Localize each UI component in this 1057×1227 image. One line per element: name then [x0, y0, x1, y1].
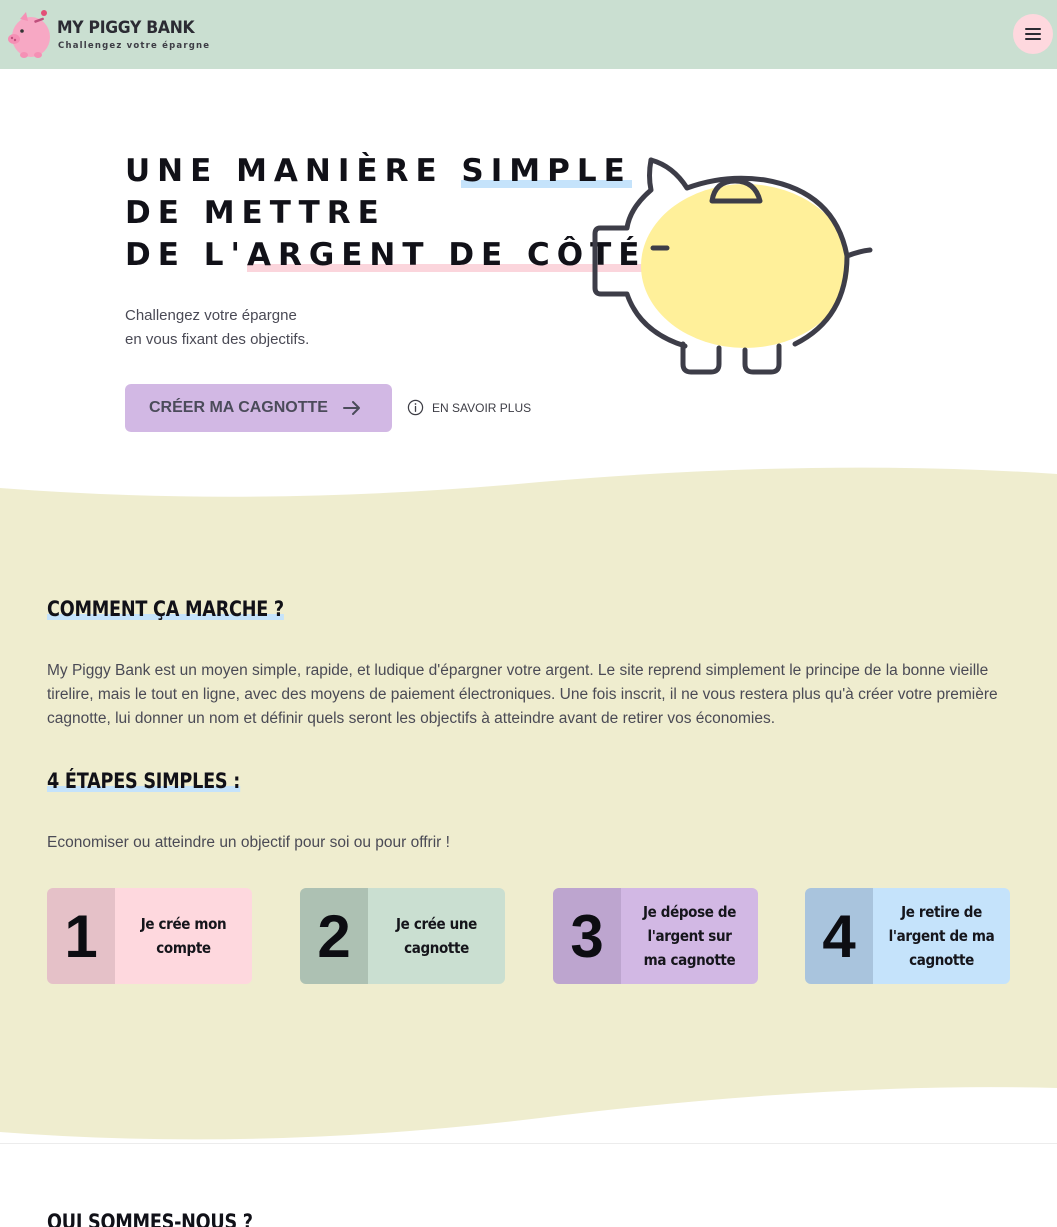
steps-heading: 4 ÉTAPES SIMPLES : [47, 769, 240, 793]
section-background [0, 467, 1057, 1140]
step-number: 2 [300, 888, 368, 984]
step-number: 4 [805, 888, 873, 984]
site-header: MY PIGGY BANK Challengez votre épargne [0, 0, 1057, 69]
step-label: Je dépose de l'argent sur ma cagnotte [621, 888, 758, 984]
step-label: Je crée mon compte [115, 888, 252, 984]
hero-subtitle-line: Challengez votre épargne [125, 307, 297, 324]
step-label-text: Je crée une cagnotte [396, 915, 477, 957]
step-label-text: Je dépose de l'argent sur ma cagnotte [642, 903, 737, 969]
how-it-works-text: My Piggy Bank est un moyen simple, rapid… [47, 662, 998, 727]
arrow-right-icon [342, 401, 360, 415]
learn-more-label: EN SAVOIR PLUS [432, 400, 532, 415]
step-card: 4 Je retire de l'argent de ma cagnotte [805, 888, 1010, 984]
steps-text: Economiser ou atteindre un objectif pour… [47, 834, 450, 851]
piggy-bank-illustration-icon [592, 157, 873, 375]
step-label-text: Je crée mon compte [140, 915, 227, 957]
steps-heading-text: 4 ÉTAPES SIMPLES : [47, 769, 241, 793]
step-card: 2 Je crée une cagnotte [300, 888, 505, 984]
hamburger-icon [1025, 28, 1041, 40]
menu-button[interactable] [1013, 14, 1053, 54]
hero-title-part: UNE MANIÈRE [125, 153, 462, 189]
create-piggy-bank-button[interactable]: CRÉER MA CAGNOTTE [125, 384, 392, 432]
info-icon [407, 399, 424, 416]
hero-title-part: DE METTRE [125, 195, 386, 231]
step-label: Je crée une cagnotte [368, 888, 505, 984]
hero-title: UNE MANIÈRE SIMPLE DE METTRE DE L'ARGENT… [125, 150, 647, 276]
hero-subtitle: Challengez votre épargne en vous fixant … [125, 304, 309, 352]
step-label: Je retire de l'argent de ma cagnotte [873, 888, 1010, 984]
cta-label: CRÉER MA CAGNOTTE [149, 399, 328, 416]
about-heading-text: QUI SOMMES-NOUS ? [47, 1210, 253, 1227]
hero-title-part: DE L' [125, 237, 247, 273]
site-tagline: Challengez votre épargne [58, 41, 211, 51]
section-divider [0, 1143, 1057, 1144]
learn-more-link[interactable]: EN SAVOIR PLUS [407, 399, 531, 416]
step-card: 3 Je dépose de l'argent sur ma cagnotte [553, 888, 758, 984]
site-title[interactable]: MY PIGGY BANK [57, 18, 195, 38]
step-label-text: Je retire de l'argent de ma cagnotte [888, 903, 995, 969]
step-number: 1 [47, 888, 115, 984]
step-card: 1 Je crée mon compte [47, 888, 252, 984]
step-number: 3 [553, 888, 621, 984]
how-it-works-heading-text: COMMENT ÇA MARCHE ? [47, 597, 284, 621]
piggy-bank-logo-icon[interactable] [6, 9, 52, 59]
hero-subtitle-line: en vous fixant des objectifs. [125, 331, 310, 348]
how-it-works-heading: COMMENT ÇA MARCHE ? [47, 597, 284, 621]
about-heading: QUI SOMMES-NOUS ? [47, 1210, 253, 1227]
